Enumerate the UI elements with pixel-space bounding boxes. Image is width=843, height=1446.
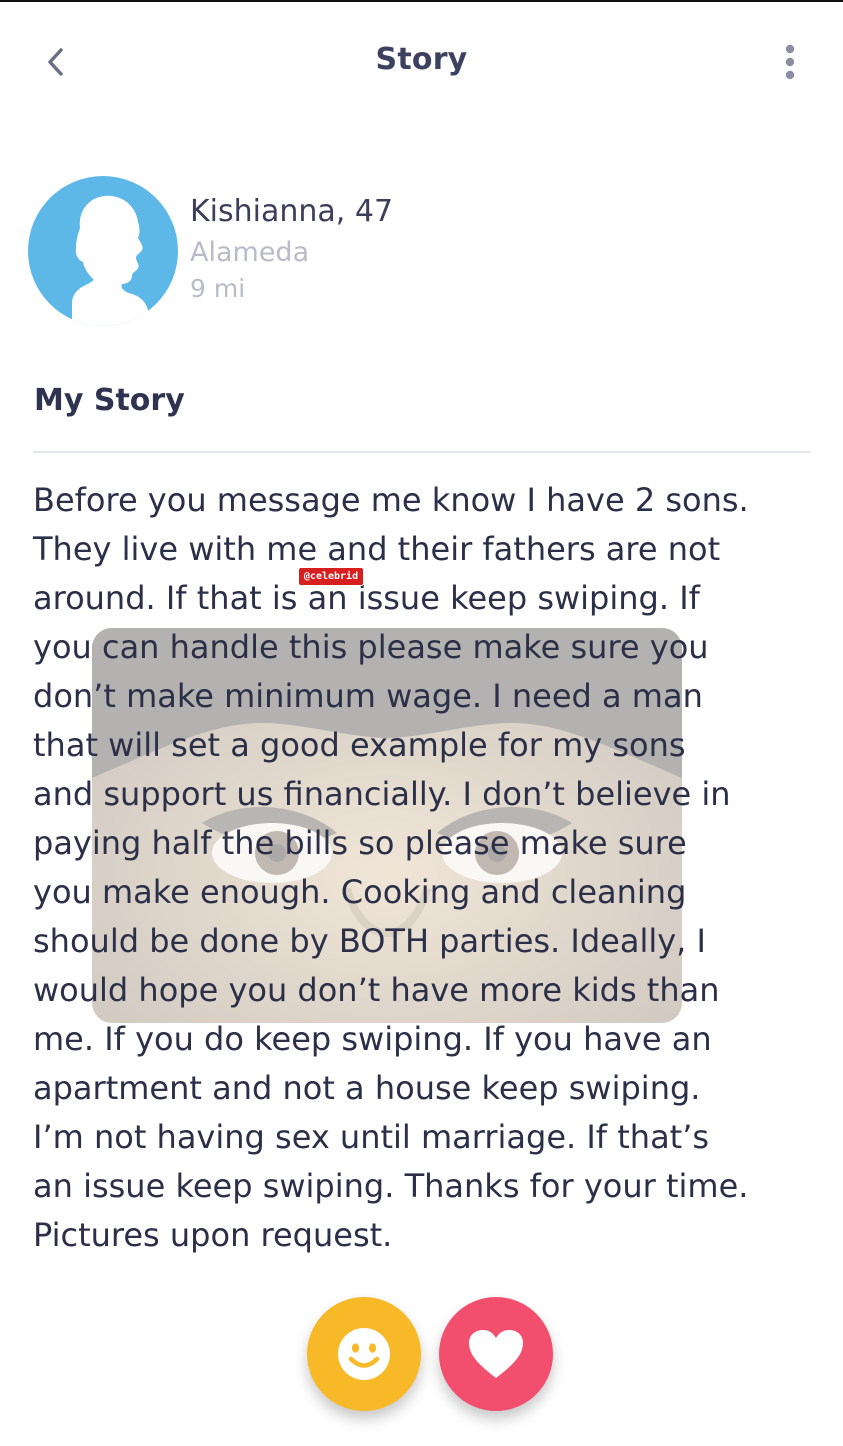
story-line: an issue keep swiping. Thanks for your t… [33,1167,749,1205]
more-options-button[interactable] [770,38,810,86]
section-divider [33,451,811,453]
profile-distance: 9 mi [190,274,246,303]
watermark-badge: @celebrid [298,567,364,586]
story-line: don’t make minimum wage. I need a man [33,677,703,715]
story-line: around. If that is an issue keep swiping… [33,579,700,617]
story-line: and support us financially. I don’t beli… [33,775,731,813]
vertical-dots-icon [785,44,795,80]
page-title: Story [375,42,468,77]
profile-name-age: Kishianna, 47 [190,194,394,229]
story-line: Before you message me know I have 2 sons… [33,481,749,519]
story-line: I’m not having sex until marriage. If th… [33,1118,710,1156]
section-title-my-story: My Story [34,383,185,418]
story-line: Pictures upon request. [33,1216,393,1254]
story-line: you make enough. Cooking and cleaning [33,873,687,911]
avatar[interactable] [28,176,178,326]
story-line: that will set a good example for my sons [33,726,686,764]
top-edge-rule [0,0,843,2]
story-line: me. If you do keep swiping. If you have … [33,1020,712,1058]
profile-city: Alameda [190,237,310,268]
like-button[interactable] [439,1297,553,1411]
story-line: would hope you don’t have more kids than [33,971,720,1009]
story-line: apartment and not a house keep swiping. [33,1069,701,1107]
smiley-face-icon [338,1328,390,1380]
story-line: you can handle this please make sure you [33,628,709,666]
smile-button[interactable] [307,1297,421,1411]
silhouette-avatar-icon [72,195,150,326]
story-line: should be done by BOTH parties. Ideally,… [33,922,706,960]
story-line: They live with me and their fathers are … [33,530,721,568]
heart-icon [469,1330,523,1378]
story-line: paying half the bills so please make sur… [33,824,687,862]
story-text: Before you message me know I have 2 sons… [33,476,803,1260]
header-bar: Story [0,30,843,94]
